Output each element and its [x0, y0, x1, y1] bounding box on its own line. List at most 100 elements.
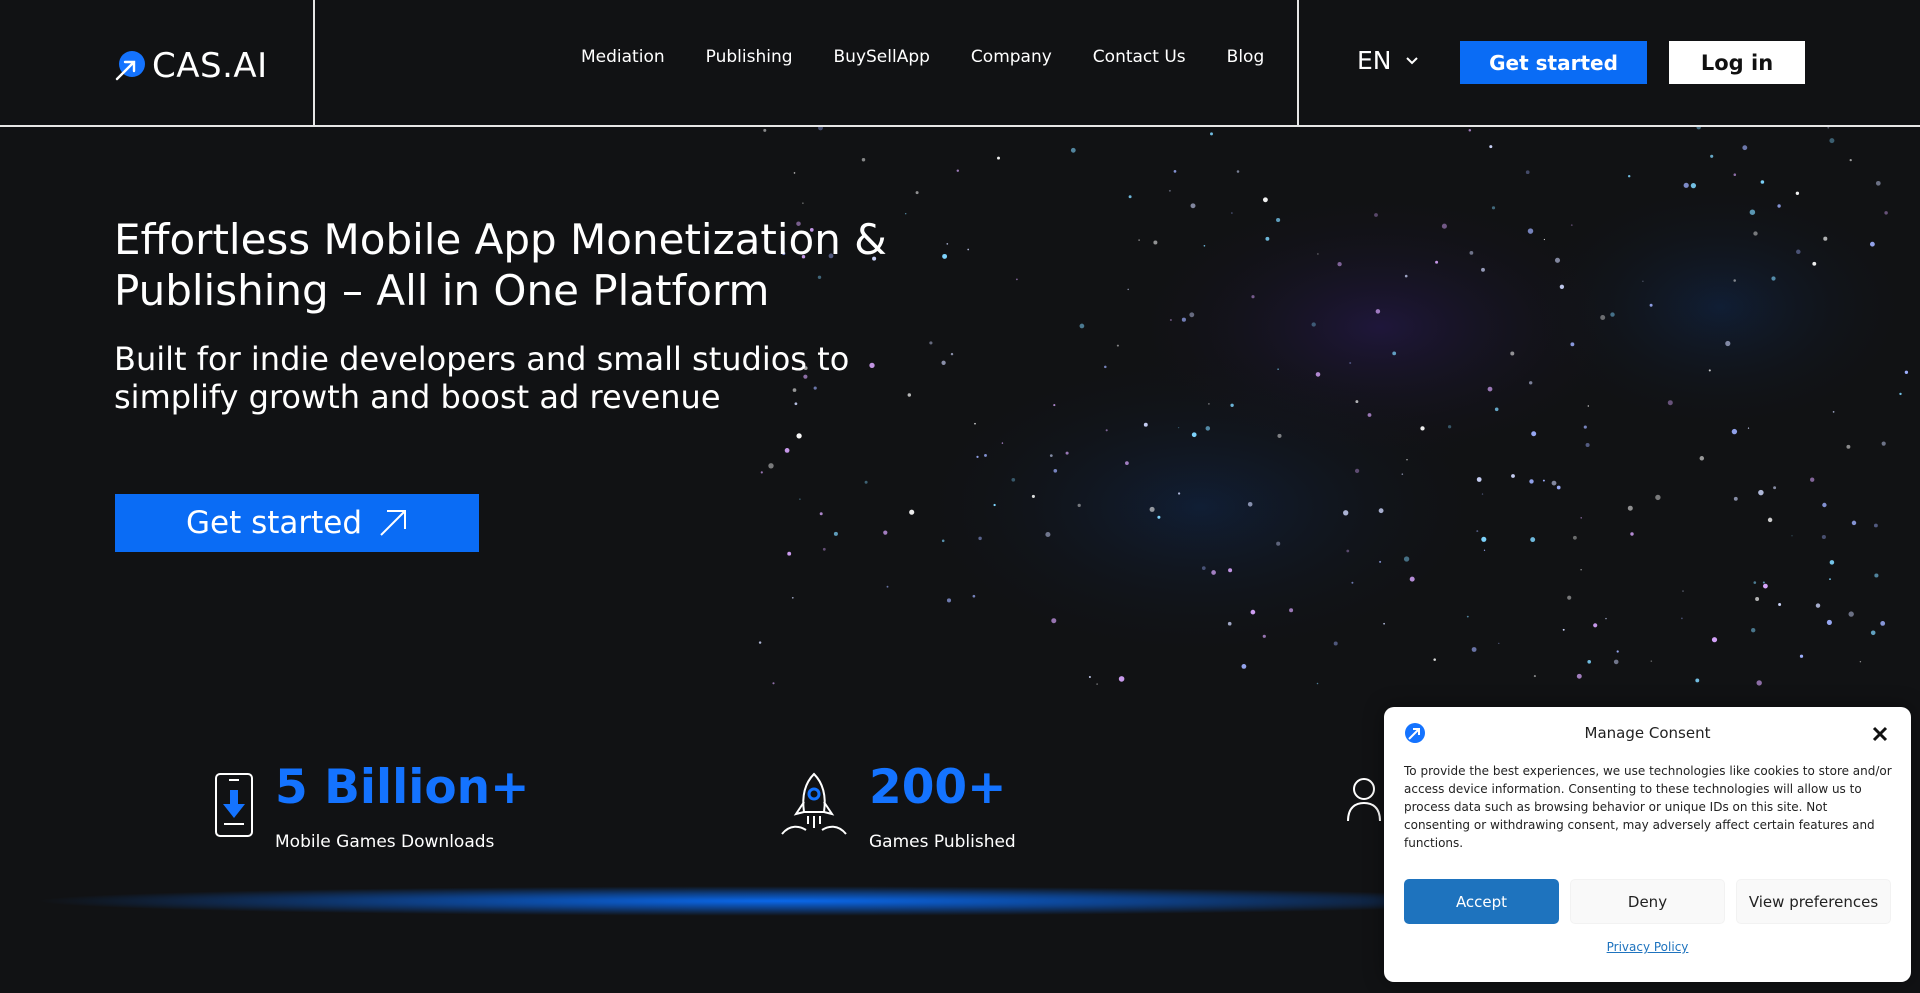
star: [1494, 407, 1499, 412]
star: [1777, 204, 1781, 208]
nav-item-contact-us[interactable]: Contact Us: [1093, 47, 1186, 67]
star: [1778, 603, 1782, 606]
star: [1125, 461, 1129, 465]
star: [1881, 441, 1886, 446]
star: [819, 512, 823, 516]
star: [1230, 403, 1234, 407]
star: [1157, 515, 1161, 519]
star: [758, 641, 762, 644]
star: [1433, 658, 1436, 661]
star: [1487, 386, 1493, 392]
star: [956, 169, 959, 172]
brand-name: CAS.AI: [152, 46, 268, 86]
star: [1859, 660, 1862, 663]
star: [1530, 537, 1536, 543]
star: [1510, 351, 1515, 356]
star: [1153, 240, 1158, 245]
star: [1799, 654, 1804, 658]
star: [1351, 581, 1354, 584]
star: [1822, 502, 1827, 508]
star: [1649, 303, 1653, 307]
star: [1870, 630, 1876, 636]
star: [967, 248, 970, 251]
nav-item-buysellapp[interactable]: BuySellApp: [834, 47, 930, 67]
stat-users: [1346, 775, 1386, 845]
star: [1149, 506, 1155, 512]
header-get-started-button[interactable]: Get started: [1460, 41, 1647, 84]
star: [1795, 191, 1800, 195]
star: [1531, 431, 1537, 437]
star: [1435, 260, 1439, 264]
privacy-policy-link[interactable]: Privacy Policy: [1384, 940, 1911, 954]
language-selector[interactable]: EN: [1357, 46, 1418, 75]
close-icon[interactable]: [1869, 723, 1891, 745]
star: [1696, 127, 1701, 130]
star: [1760, 180, 1765, 184]
star: [972, 594, 976, 598]
star: [1077, 503, 1081, 508]
star: [1469, 251, 1474, 255]
star: [1733, 173, 1737, 176]
star: [1491, 206, 1496, 210]
star: [1392, 351, 1397, 356]
star: [993, 503, 996, 507]
star: [802, 202, 804, 204]
star: [1562, 628, 1565, 631]
star: [1605, 617, 1607, 620]
stat-value: 200+: [869, 760, 1007, 815]
star: [1848, 611, 1854, 617]
star: [1311, 322, 1316, 327]
star: [1190, 203, 1196, 209]
star: [1088, 675, 1091, 679]
star: [1529, 479, 1534, 484]
star: [763, 128, 767, 132]
star: [1559, 284, 1565, 289]
star: [1821, 534, 1826, 540]
star: [984, 453, 987, 457]
nav-item-mediation[interactable]: Mediation: [581, 47, 665, 67]
star: [1053, 404, 1056, 407]
star: [1527, 228, 1534, 234]
deny-button[interactable]: Deny: [1570, 879, 1725, 924]
star: [1262, 634, 1266, 638]
hero-get-started-button[interactable]: Get started: [115, 494, 479, 552]
star: [1630, 532, 1634, 536]
brand-logo[interactable]: CAS.AI: [114, 46, 268, 86]
star: [1354, 468, 1360, 474]
star: [1333, 641, 1338, 646]
consent-dialog: Manage Consent To provide the best exper…: [1384, 707, 1911, 982]
star: [787, 551, 792, 556]
star: [1567, 595, 1572, 600]
star: [1583, 425, 1587, 429]
login-button[interactable]: Log in: [1669, 41, 1805, 84]
accept-button[interactable]: Accept: [1404, 879, 1559, 924]
star: [1869, 241, 1875, 247]
star: [1755, 597, 1760, 601]
star: [1742, 145, 1748, 151]
star: [1542, 479, 1545, 482]
language-code: EN: [1357, 46, 1392, 75]
nav-item-company[interactable]: Company: [971, 47, 1052, 67]
star: [1823, 236, 1828, 241]
star: [1343, 510, 1349, 516]
nav-item-blog[interactable]: Blog: [1227, 47, 1265, 67]
star: [822, 547, 826, 551]
star: [1481, 536, 1487, 542]
star: [1683, 182, 1689, 188]
star: [1404, 274, 1408, 278]
stat-label: Mobile Games Downloads: [275, 832, 495, 852]
star: [1316, 682, 1319, 685]
star: [1655, 494, 1661, 501]
star: [1466, 615, 1469, 618]
star: [1211, 570, 1216, 575]
star: [1355, 400, 1359, 404]
nav-item-publishing[interactable]: Publishing: [706, 47, 793, 67]
view-preferences-button[interactable]: View preferences: [1736, 879, 1891, 924]
star: [833, 531, 838, 536]
star: [1827, 127, 1830, 129]
star: [1710, 154, 1714, 158]
consent-title: Manage Consent: [1584, 724, 1711, 742]
star: [1580, 517, 1582, 519]
star: [1533, 675, 1536, 678]
star: [1070, 147, 1076, 153]
